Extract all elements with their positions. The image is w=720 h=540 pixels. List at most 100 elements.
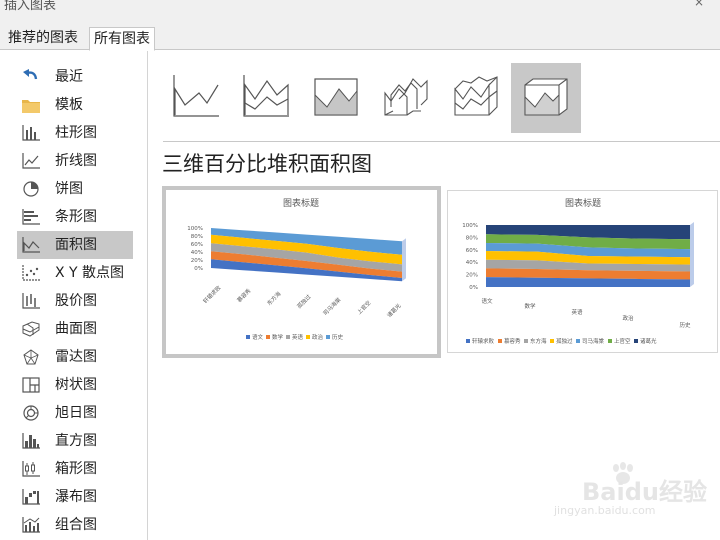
sidebar-item-label: 折线图 [55,153,97,169]
variant-3d-100-percent-stacked-area[interactable] [511,63,581,133]
legend-swatch [498,339,502,343]
sidebar-item-pie[interactable]: 饼图 [17,175,133,203]
undo-arrow-icon [22,69,40,85]
area-variant-icon [173,75,219,117]
histogram-chart-icon [22,433,40,449]
sidebar-item-label: 曲面图 [55,321,97,337]
category-label: 东方海 [265,289,283,307]
depth-face [402,238,406,282]
3d-stacked-area-variant-icon [454,76,498,116]
y-tick-label: 100% [462,223,478,229]
area-chart-icon [22,237,40,253]
sidebar-item-column[interactable]: 柱形图 [17,119,133,147]
legend-swatch [306,335,310,339]
box-whisker-chart-icon [22,461,40,477]
sidebar-item-sunburst[interactable]: 旭日图 [17,399,133,427]
sidebar-item-recent[interactable]: 最近 [17,63,133,91]
sidebar-item-templates[interactable]: 模板 [17,91,133,119]
variant-area[interactable] [161,63,231,133]
sidebar-item-waterfall[interactable]: 瀑布图 [17,483,133,511]
variant-3d-stacked-area[interactable] [441,63,511,133]
sidebar-item-label: 直方图 [55,433,97,449]
category-label: 政治 [622,314,634,322]
sidebar-item-surface[interactable]: 曲面图 [17,315,133,343]
sidebar-item-label: 面积图 [55,237,97,253]
sidebar-item-radar[interactable]: 雷达图 [17,343,133,371]
y-tick-label: 60% [191,242,203,248]
sidebar-item-line[interactable]: 折线图 [17,147,133,175]
category-label: 慕容秀 [235,286,253,304]
legend-label: 英语 [292,333,304,341]
tab-all-charts[interactable]: 所有图表 [89,27,155,51]
sidebar-item-label: 箱形图 [55,461,97,477]
sidebar-item-area[interactable]: 面积图 [17,231,133,259]
legend-swatch [550,339,554,343]
sidebar-item-label: 饼图 [55,181,83,197]
legend-swatch [326,335,330,339]
legend-swatch [466,339,470,343]
legend-label: 司马海棠 [582,337,605,345]
watermark-url: jingyan.baidu.com [554,504,656,517]
sidebar-item-label: 旭日图 [55,405,97,421]
y-tick-label: 40% [191,250,203,256]
sidebar-item-combo[interactable]: 组合图 [17,511,133,539]
sidebar-item-bar[interactable]: 条形图 [17,203,133,231]
legend-label: 诸葛光 [640,337,657,345]
surface-chart-icon [22,321,40,337]
3d-area-variant-icon [384,78,428,116]
selected-chart-type-title: 三维百分比堆积面积图 [162,152,372,176]
legend-label: 慕容秀 [504,337,521,345]
preview-2-chart: 图表标题 100% 80% 60% 40% 20% 0%语文数学英语政治历史轩辕求败 慕容秀 东… [462,197,694,345]
variant-stacked-area[interactable] [231,63,301,133]
variant-3d-area[interactable] [371,63,441,133]
separator [163,141,720,142]
bar-chart-icon [22,209,40,225]
sidebar-item-label: 瀑布图 [55,489,97,505]
chart-preview-1[interactable]: 图表标题 100% 80% 60% 40% 20% 0% 轩辕求败 慕容秀 东方海 孤独过 司马海棠上… [162,186,441,358]
window-titlebar: 插入图表 × [0,0,720,18]
category-label: 诸葛光 [385,301,403,319]
scatter-chart-icon [22,265,40,281]
sidebar-item-label: 组合图 [55,517,97,533]
sidebar-item-histogram[interactable]: 直方图 [17,427,133,455]
legend-label: 孤独过 [556,337,573,345]
close-icon[interactable]: × [694,0,704,9]
3d-percent-stacked-area-variant-icon [524,78,568,116]
category-label: 轩辕求败 [201,283,223,305]
category-label: 上官空 [355,298,373,316]
category-label: 英语 [571,308,583,316]
preview-1-chart: 图表标题 100% 80% 60% 40% 20% 0% 轩辕求败 慕容秀 东方海 孤独过 司马海棠上… [187,197,406,341]
sidebar-item-label: 条形图 [55,209,97,225]
sidebar-item-box-whisker[interactable]: 箱形图 [17,455,133,483]
category-label: 数学 [524,302,536,310]
sidebar-item-scatter[interactable]: X Y 散点图 [17,259,133,287]
chart-title: 图表标题 [283,197,319,209]
legend-swatch [634,339,638,343]
watermark-brand: Baidu经验 [582,478,707,506]
chart-preview-2[interactable]: 图表标题 100% 80% 60% 40% 20% 0% 语文 数学 英语 政治 历史 轩辕求败 慕容秀 东… [447,190,718,353]
chart-type-sidebar: 最近 模板 柱形图 折线图 饼图 条形图 面积图 X Y 散点图 股价图 曲面图… [0,51,148,540]
legend-swatch [286,335,290,339]
legend-label: 历史 [332,333,344,341]
stacked-area-variant-icon [243,75,289,117]
chart-title: 图表标题 [565,197,601,209]
y-tick-label: 0% [194,266,203,272]
sidebar-item-label: X Y 散点图 [55,265,125,281]
sidebar-item-treemap[interactable]: 树状图 [17,371,133,399]
tab-bar: 推荐的图表 所有图表 [0,18,720,51]
y-tick-label: 0% [469,285,478,291]
sidebar-item-stock[interactable]: 股价图 [17,287,133,315]
category-label: 语文 [481,297,493,305]
sidebar-item-label: 树状图 [55,377,97,393]
y-tick-label: 80% [466,235,478,241]
sunburst-chart-icon [22,405,40,421]
legend-label: 语文 [252,333,264,341]
tab-recommended-charts[interactable]: 推荐的图表 [4,27,82,50]
variant-100-percent-stacked-area[interactable] [301,63,371,133]
legend-swatch [608,339,612,343]
legend-swatch [266,335,270,339]
sidebar-item-label: 柱形图 [55,125,97,141]
legend-label: 东方海 [530,337,547,345]
legend-swatch [576,339,580,343]
waterfall-chart-icon [22,489,40,505]
